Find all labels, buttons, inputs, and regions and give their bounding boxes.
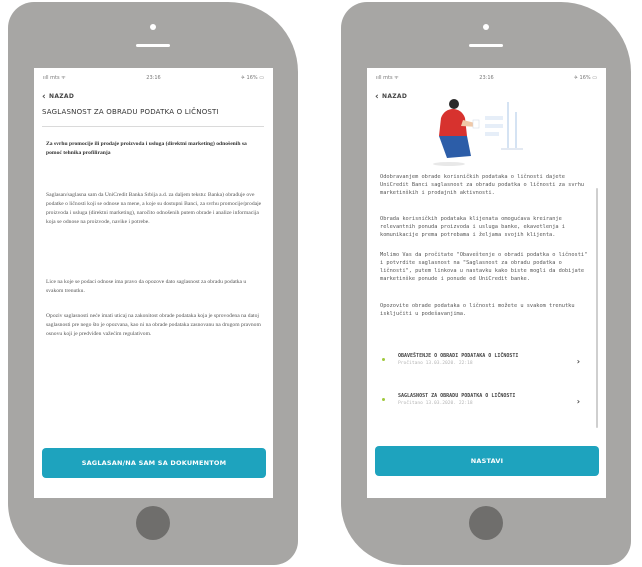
page-title: SAGLASNOST ZA OBRADU PODATKA O LIČNOSTI — [42, 108, 219, 116]
home-button[interactable] — [469, 506, 503, 540]
agree-button[interactable]: SAGLASAN/NA SAM SA DOKUMENTOM — [42, 448, 266, 478]
bullet-icon — [382, 398, 385, 401]
back-button[interactable]: ‹ NAZAD — [42, 91, 75, 102]
battery-icon: ✈ 16% ▭ — [240, 75, 264, 81]
status-bar: ııll mts ᯤ 23:16 ✈ 16% ▭ — [367, 75, 606, 83]
back-button[interactable]: ‹ NAZAD — [375, 91, 408, 102]
person-illustration — [433, 99, 523, 166]
paragraph-revoke: Opozovite obrade podataka o ličnosti mož… — [380, 303, 575, 317]
document-title: SAGLASNOST ZA OBRADU PODATKA O LIČNOSTI — [398, 393, 516, 399]
speaker-slot — [469, 44, 503, 47]
back-label: NAZAD — [49, 93, 75, 100]
bullet-icon — [382, 358, 385, 361]
document-link-consent[interactable]: SAGLASNOST ZA OBRADU PODATKA O LIČNOSTI … — [380, 392, 592, 422]
phone-right: ııll mts ᯤ 23:16 ✈ 16% ▭ ‹ NAZAD Odobrava… — [341, 2, 631, 565]
status-time: 23:16 — [146, 75, 161, 81]
phone-screen-left: ııll mts ᯤ 23:16 ✈ 16% ▭ ‹ NAZAD SAGLASNO… — [34, 68, 273, 498]
continue-button[interactable]: NASTAVI — [375, 446, 599, 476]
status-time: 23:16 — [479, 75, 494, 81]
speaker-slot — [136, 44, 170, 47]
paragraph-consent: Saglasan/saglasna sam da UniCredit Banka… — [46, 192, 262, 225]
battery-icon: ✈ 16% ▭ — [573, 75, 597, 81]
paragraph-read-request: Molimo Vas da pročitate "Obaveštenje o o… — [380, 252, 588, 282]
document-title: OBAVEŠTENJE O OBRADI PODATAKA O LIČNOSTI — [398, 353, 519, 359]
back-chevron-icon: ‹ — [42, 92, 47, 102]
chevron-right-icon: › — [576, 397, 580, 406]
phone-screen-right: ııll mts ᯤ 23:16 ✈ 16% ▭ ‹ NAZAD Odobrava… — [367, 68, 606, 498]
paragraph-approval: Odobravanjem obrade korisničkih podataka… — [380, 174, 585, 196]
intro-heading: Za svrhu promocije ili prodaje proizvoda… — [46, 141, 247, 156]
paragraph-processing: Obrada korisničkih podataka klijenata om… — [380, 216, 565, 238]
back-chevron-icon: ‹ — [375, 92, 380, 102]
paragraph-revoke-right: Lice na koje se podaci odnose ima pravo … — [46, 279, 247, 294]
home-button[interactable] — [136, 506, 170, 540]
paragraph-revoke-effect: Opoziv saglasnosti neće imati uticaj na … — [46, 313, 261, 337]
title-divider — [42, 126, 264, 127]
status-bar: ııll mts ᯤ 23:16 ✈ 16% ▭ — [34, 75, 273, 83]
document-read-date: Pročitano 13.03.2020. 22:18 — [398, 361, 473, 366]
front-camera — [150, 24, 156, 30]
chevron-right-icon: › — [576, 357, 580, 366]
back-label: NAZAD — [382, 93, 408, 100]
front-camera — [483, 24, 489, 30]
document-read-date: Pročitano 13.03.2020. 22:18 — [398, 401, 473, 406]
document-link-notice[interactable]: OBAVEŠTENJE O OBRADI PODATAKA O LIČNOSTI… — [380, 352, 592, 382]
scrollbar[interactable] — [596, 188, 598, 428]
phone-left: ııll mts ᯤ 23:16 ✈ 16% ▭ ‹ NAZAD SAGLASNO… — [8, 2, 298, 565]
